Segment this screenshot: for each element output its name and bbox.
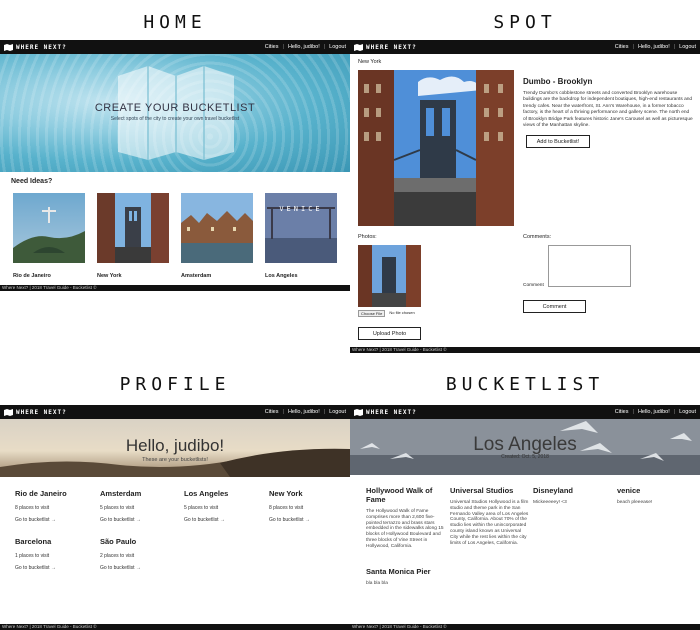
footer: Where Next? | 2018 Travel Guide - Bucket… [350, 624, 700, 630]
bucketlist-card-los-angeles[interactable]: Los Angeles 5 places to visit Go to buck… [184, 489, 264, 523]
go-to-bucketlist-link[interactable]: Go to bucketlist → [15, 565, 95, 571]
city-name: New York [269, 489, 303, 498]
nav-user-link[interactable]: Hello, judibo! [288, 409, 320, 415]
nav-cities-link[interactable]: Cities [615, 409, 629, 415]
bucketlist-spot[interactable]: Universal Studios Universal Studios Holl… [450, 486, 530, 546]
nav-cities-link[interactable]: Cities [265, 409, 279, 415]
bucketlist-city-title: Los Angeles [473, 434, 577, 455]
bucketlist-panel: WHERE NEXT? Cities | Hello, judibo! | Lo… [350, 0, 700, 630]
places-count: 5 places to visit [184, 505, 219, 511]
city-name: Rio de Janeiro [15, 489, 67, 498]
city-name: Los Angeles [184, 489, 229, 498]
places-count: 8 places to visit [15, 505, 50, 511]
spot-name: Santa Monica Pier [366, 567, 431, 576]
spot-name: Universal Studios [450, 486, 514, 495]
bucketlist-spot[interactable]: Hollywood Walk of Fame The Hollywood Wal… [366, 486, 446, 550]
nav-separator: | [282, 409, 284, 415]
bucketlist-created-date: Created: Oct. 5, 2018 [501, 454, 549, 460]
profile-panel: WHERE NEXT? Cities | Hello, judibo! | Lo… [0, 0, 350, 630]
map-icon [354, 408, 363, 416]
profile-greeting: Hello, judibo! [125, 436, 225, 455]
go-to-bucketlist-link[interactable]: Go to bucketlist → [15, 517, 95, 523]
places-count: 1 places to visit [15, 553, 50, 559]
spot-name: Hollywood Walk of Fame [366, 486, 433, 504]
profile-subtitle: These are your bucketlists! [142, 457, 208, 463]
nav-logout-link[interactable]: Logout [679, 409, 696, 415]
go-to-bucketlist-link[interactable]: Go to bucketlist → [269, 517, 349, 523]
places-count: 8 places to visit [269, 505, 304, 511]
go-to-bucketlist-link[interactable]: Go to bucketlist → [100, 565, 180, 571]
go-to-bucketlist-link[interactable]: Go to bucketlist → [100, 517, 180, 523]
bucketlist-card-rio[interactable]: Rio de Janeiro 8 places to visit Go to b… [15, 489, 95, 523]
nav-user-link[interactable]: Hello, judibo! [638, 409, 670, 415]
brand-name: WHERE NEXT? [366, 408, 417, 416]
city-name: Amsterdam [100, 489, 142, 498]
city-name: São Paulo [100, 537, 137, 546]
city-name: Barcelona [15, 537, 52, 546]
brand-logo[interactable]: WHERE NEXT? [4, 408, 67, 416]
bucketlist-spot[interactable]: Santa Monica Pier bla bla bla [366, 567, 446, 587]
footer: Where Next? | 2018 Travel Guide - Bucket… [0, 624, 350, 630]
bucketlist-card-amsterdam[interactable]: Amsterdam 5 places to visit Go to bucket… [100, 489, 180, 523]
spot-description: The Hollywood Walk of Fame comprises mor… [366, 509, 444, 549]
spot-description: Universal Studios Hollywood is a film st… [450, 500, 529, 546]
spot-description: Mickeeeeey! <3 [533, 500, 567, 505]
brand-name: WHERE NEXT? [16, 408, 67, 416]
go-to-bucketlist-link[interactable]: Go to bucketlist → [184, 517, 264, 523]
nav-separator: | [632, 409, 634, 415]
navbar: WHERE NEXT? Cities | Hello, judibo! | Lo… [0, 405, 350, 419]
bucketlist-card-new-york[interactable]: New York 8 places to visit Go to bucketl… [269, 489, 349, 523]
bucketlist-spot[interactable]: venice beach pleeease! [617, 486, 697, 506]
spot-description: beach pleeease! [617, 500, 653, 505]
bucketlist-card-barcelona[interactable]: Barcelona 1 places to visit Go to bucket… [15, 537, 95, 571]
spot-description: bla bla bla [366, 581, 388, 586]
places-count: 2 places to visit [100, 553, 135, 559]
spot-name: Disneyland [533, 486, 574, 495]
navbar: WHERE NEXT? Cities | Hello, judibo! | Lo… [350, 405, 700, 419]
nav-logout-link[interactable]: Logout [329, 409, 346, 415]
bucketlist-card-sao-paulo[interactable]: São Paulo 2 places to visit Go to bucket… [100, 537, 180, 571]
spot-name: venice [617, 486, 641, 495]
places-count: 5 places to visit [100, 505, 135, 511]
map-icon [4, 408, 13, 416]
bucketlist-spot[interactable]: Disneyland Mickeeeeey! <3 [533, 486, 613, 506]
brand-logo[interactable]: WHERE NEXT? [354, 408, 417, 416]
nav-separator: | [673, 409, 676, 415]
nav-separator: | [323, 409, 326, 415]
